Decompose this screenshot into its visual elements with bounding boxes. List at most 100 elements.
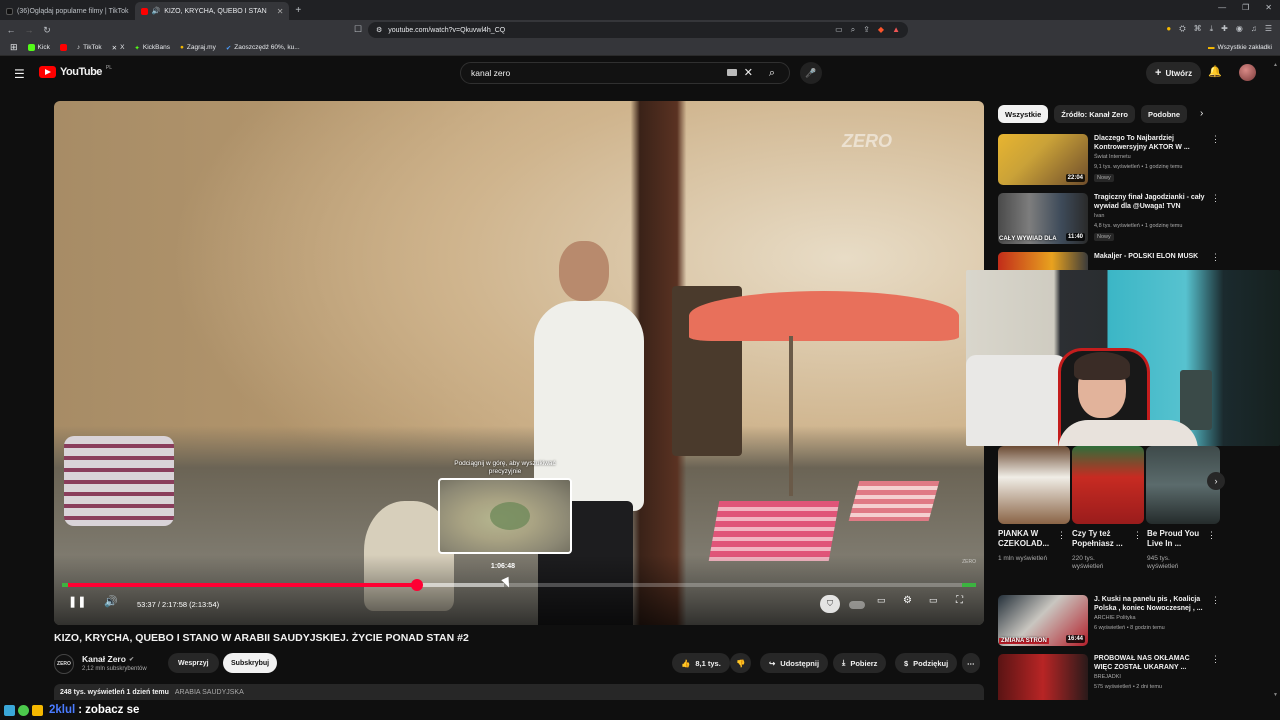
subscribe-button[interactable]: Subskrybuj (223, 653, 278, 673)
recommendation-item[interactable]: PRÓBOWAŁ NAS OKŁAMAĆ WIĘC ZOSTAŁ UKARANY… (998, 654, 1224, 700)
puzzle-icon[interactable]: ✚ (1221, 24, 1228, 34)
bookmark-star-icon[interactable]: ☐ (354, 24, 362, 35)
more-vertical-icon[interactable]: ⋮ (1057, 530, 1066, 541)
more-vertical-icon[interactable]: ⋮ (1211, 654, 1220, 665)
cast-icon[interactable]: ▭ (835, 25, 843, 35)
short-views: 220 tys. wyświetleń (1072, 555, 1104, 571)
more-vertical-icon[interactable]: ⋮ (1211, 134, 1220, 145)
hashtag[interactable]: ARABIA SAUDYJSKA (175, 689, 244, 696)
pause-button[interactable]: ❚❚ (68, 595, 86, 608)
fullscreen-button[interactable]: ⛶ (956, 595, 963, 606)
video-thumbnail[interactable]: CAŁY WYWIAD DLA 11:40 (998, 193, 1088, 244)
thanks-button[interactable]: $ Podziękuj (895, 653, 958, 673)
bookmark-kickbans[interactable]: ✦ KickBans (134, 44, 170, 52)
volume-button[interactable]: 🔊 (104, 595, 118, 608)
recommendation-item[interactable]: CAŁY WYWIAD DLA 11:40 Tragiczny finał Ja… (998, 193, 1224, 247)
bookmark-x[interactable]: ✕ X (112, 44, 125, 52)
wallet-icon[interactable]: ● (1166, 24, 1171, 34)
progress-bar[interactable] (62, 579, 976, 591)
create-button[interactable]: + Utwórz (1146, 62, 1202, 84)
download-button[interactable]: ⤓ Pobierz (833, 653, 887, 673)
new-tab-icon[interactable]: + (295, 5, 301, 16)
vpn-icon[interactable]: ⛭ (1179, 24, 1185, 34)
music-icon[interactable]: ♫ (1251, 24, 1257, 34)
like-button[interactable]: 👍 8,1 tys. (672, 653, 730, 673)
more-vertical-icon[interactable]: ⋮ (1211, 252, 1220, 263)
short-thumbnail[interactable] (998, 446, 1070, 524)
close-window-icon[interactable]: ✕ (1265, 3, 1272, 12)
site-info-icon[interactable]: ⚙ (376, 26, 382, 34)
video-thumbnail[interactable] (998, 654, 1088, 700)
recommendation-item[interactable]: Makaljer - POLSKI ELON MUSK ⋮ (998, 252, 1224, 270)
apps-icon[interactable]: ⊞ (10, 42, 18, 53)
more-vertical-icon[interactable]: ⋮ (1207, 530, 1216, 541)
tab-youtube[interactable]: 🔊 KIZO, KRYCHA, QUEBO I STAN ✕ (134, 2, 290, 20)
autoplay-toggle[interactable] (849, 601, 865, 609)
video-thumbnail[interactable]: 22:04 (998, 134, 1088, 185)
video-frame-cushion (848, 481, 940, 521)
more-actions-button[interactable]: ⋯ (962, 653, 980, 673)
bookmark-tiktok[interactable]: ♪ TikTok (77, 44, 102, 51)
restore-icon[interactable]: ❐ (1242, 3, 1249, 12)
address-bar[interactable]: ⚙ youtube.com/watch?v=Qkuvwl4h_CQ ▭ ⌕ ⇪ … (368, 22, 908, 38)
tab-tiktok[interactable]: (36)Oglądaj popularne filmy | TikTok (0, 2, 135, 20)
seek-preview-thumbnail (438, 478, 572, 554)
support-button[interactable]: Wesprzyj (168, 653, 219, 673)
video-player[interactable]: ZERO ZERO Podciągnij w górę, aby wyszuki… (54, 101, 984, 625)
bookmark-kick[interactable]: Kick (27, 44, 50, 51)
video-thumbnail[interactable] (998, 252, 1088, 270)
minimize-icon[interactable]: — (1218, 3, 1226, 12)
video-thumbnail[interactable]: ZMIANA STRON 16:44 (998, 595, 1088, 646)
download-icon[interactable]: ⤓ (1210, 24, 1214, 34)
search-icon: ⌕ (768, 66, 776, 79)
chip-similar[interactable]: Podobne (1140, 105, 1188, 123)
close-tab-icon[interactable]: ✕ (277, 7, 284, 16)
search-button[interactable]: ⌕ (755, 62, 789, 84)
alert-icon[interactable]: ▲ (892, 25, 900, 35)
more-vertical-icon[interactable]: ⋮ (1211, 595, 1220, 606)
bookmark-zagraj[interactable]: ● Zagraj.my (180, 44, 216, 51)
recommendation-item[interactable]: 22:04 Dlaczego To Najbardziej Kontrowers… (998, 134, 1224, 188)
notifications-bell-icon[interactable]: 🔔 (1208, 65, 1222, 78)
chevron-right-icon[interactable]: › (1200, 108, 1203, 119)
profile-icon[interactable]: ◉ (1236, 24, 1243, 34)
subtitles-button[interactable]: ▭ (877, 595, 886, 606)
shorts-next-button[interactable]: › (1207, 472, 1225, 490)
chip-source[interactable]: Źródło: Kanał Zero (1054, 105, 1135, 123)
share-icon[interactable]: ⇪ (863, 25, 870, 35)
all-bookmarks[interactable]: ▬ Wszystkie zakładki (1208, 44, 1272, 51)
channel-avatar[interactable]: ZERO (54, 654, 74, 674)
channel-name[interactable]: Kanał Zero ✔ (82, 654, 134, 664)
gear-icon: ⚙ (903, 595, 912, 606)
bookmark-deal[interactable]: ✔ Zaoszczędź 60%, ku... (226, 44, 300, 52)
youtube-logo[interactable]: YouTube PL (39, 65, 112, 78)
share-button[interactable]: ↪ Udostępnij (760, 653, 829, 673)
bookmark-youtube[interactable] (59, 44, 67, 51)
reload-icon[interactable]: ↻ (40, 25, 54, 36)
page-scrollbar[interactable]: ▲ ▼ (1273, 62, 1278, 698)
voice-search-button[interactable]: 🎤 (800, 62, 822, 84)
more-vertical-icon[interactable]: ⋮ (1211, 193, 1220, 204)
search-input[interactable]: kanal zero ✕ ⌕ (460, 62, 790, 84)
extension-icons: ● ⛭ ⌘ ⤓ ✚ ◉ ♫ ☰ (1166, 24, 1272, 34)
scroll-down-icon[interactable]: ▼ (1273, 692, 1278, 698)
dislike-button[interactable]: 👎 (730, 653, 752, 673)
clear-search-icon[interactable]: ✕ (744, 66, 753, 79)
back-icon[interactable]: ← (4, 25, 18, 35)
short-thumbnail[interactable] (1072, 446, 1144, 524)
settings-button[interactable]: ⚙ (903, 595, 912, 606)
more-vertical-icon[interactable]: ⋮ (1133, 530, 1142, 541)
recommendation-item[interactable]: ZMIANA STRON 16:44 J. Kuski na panelu pi… (998, 595, 1224, 649)
zoom-icon[interactable]: ⌕ (851, 25, 855, 35)
account-avatar[interactable] (1239, 64, 1256, 81)
scroll-up-icon[interactable]: ▲ (1273, 62, 1278, 68)
theater-mode-button[interactable]: ▭ (929, 595, 938, 606)
keyboard-icon[interactable] (727, 69, 737, 76)
chip-all[interactable]: Wszystkie (998, 105, 1049, 123)
extension-icon[interactable]: ⌘ (1194, 24, 1202, 34)
menu-icon[interactable]: ☰ (1265, 24, 1272, 34)
forward-icon[interactable]: → (22, 25, 36, 35)
brave-shield-icon[interactable]: ◆ (878, 25, 884, 35)
hamburger-menu-icon[interactable]: ☰ (14, 67, 25, 81)
sponsorblock-button[interactable]: ⛉ (820, 595, 840, 613)
